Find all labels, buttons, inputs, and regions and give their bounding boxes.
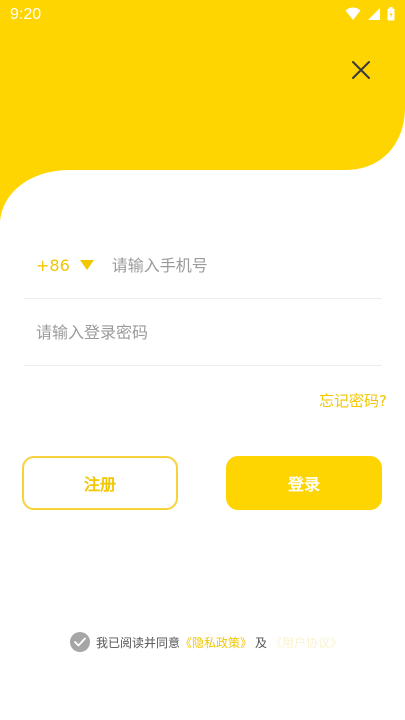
battery-icon xyxy=(387,7,395,21)
login-form: +86 xyxy=(24,232,382,366)
privacy-policy-link[interactable]: 《隐私政策》 xyxy=(180,634,252,651)
phone-input[interactable] xyxy=(109,254,354,276)
login-button[interactable]: 登录 xyxy=(226,456,382,510)
register-button[interactable]: 注册 xyxy=(22,456,178,510)
user-agreement-link[interactable]: 《用户协议》 xyxy=(270,634,342,651)
status-time: 9:20 xyxy=(10,6,42,23)
header-background xyxy=(0,0,405,220)
status-bar: 9:20 xyxy=(0,0,405,32)
close-button[interactable] xyxy=(346,56,376,86)
forgot-password-link[interactable]: 忘记密码? xyxy=(319,390,387,411)
check-icon xyxy=(74,637,86,647)
agreement-prefix: 我已阅读并同意 xyxy=(96,635,181,650)
phone-row: +86 xyxy=(24,232,382,299)
close-icon xyxy=(352,61,370,79)
agreement-checkbox[interactable] xyxy=(70,632,90,652)
password-row xyxy=(24,299,382,366)
signal-icon xyxy=(368,8,380,20)
country-code-selector[interactable]: +86 xyxy=(36,256,94,275)
status-icons xyxy=(345,7,395,21)
agreement: 我已阅读并同意 《隐私政策》 及 《用户协议》 xyxy=(70,632,342,652)
country-code: +86 xyxy=(36,255,70,275)
dropdown-triangle-icon xyxy=(79,260,94,270)
agreement-and: 及 xyxy=(255,635,268,650)
wifi-icon xyxy=(345,7,361,20)
password-input[interactable] xyxy=(34,321,368,343)
